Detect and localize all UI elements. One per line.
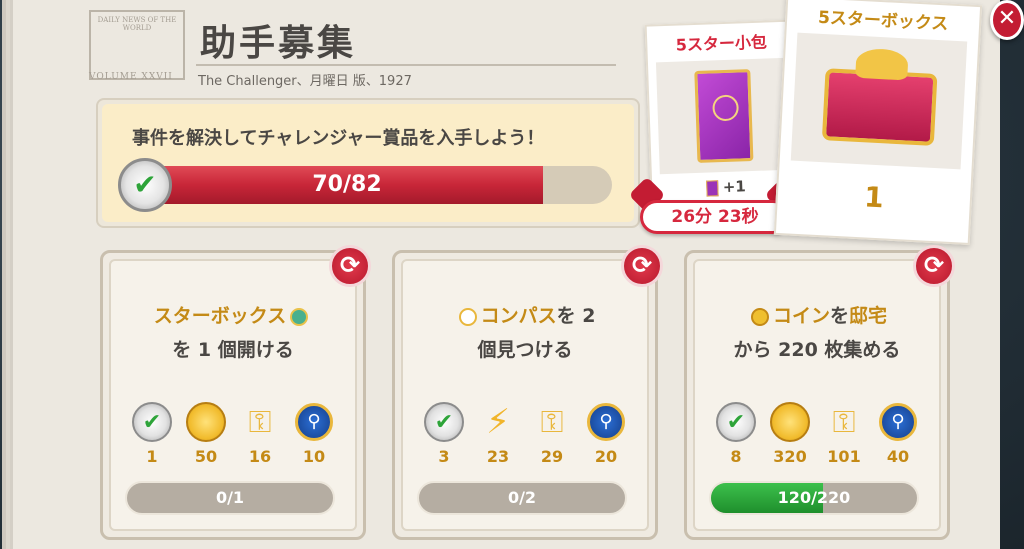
- task-text: を 2: [556, 305, 596, 327]
- star-box-icon: [290, 307, 309, 326]
- task-progress-text: 0/2: [507, 488, 537, 507]
- task-description-line2: を 1 個開ける: [172, 339, 294, 361]
- volume-label: VOLUME XXVII: [89, 72, 173, 82]
- challenge-description: 事件を解決してチャレンジャー賞品を入手しよう！: [132, 128, 545, 149]
- reward-value: 3: [438, 447, 450, 466]
- task-highlight-location: 邸宅: [849, 305, 888, 327]
- task-description-line1: コインを邸宅: [695, 301, 939, 328]
- task-highlight: コンパス: [480, 305, 557, 327]
- reward-value: 101: [827, 447, 861, 466]
- refresh-button[interactable]: ⟳: [621, 245, 663, 287]
- task-progress-bar: 0/1: [125, 481, 335, 515]
- task-description-line2: から 220 枚集める: [733, 339, 901, 361]
- task-card-2: ⟳ コンパスを 2 個見つける ✔ 3 ⚡ 23 ⚿ 29 ⚲ 20 0/2: [392, 245, 663, 540]
- task-description-line1: コンパスを 2: [403, 301, 647, 328]
- masthead-text: DAILY NEWS OF THE WORLD: [97, 16, 177, 32]
- close-icon: ✕: [997, 6, 1017, 31]
- five-star-box-card[interactable]: 5スターボックス 1: [773, 0, 983, 245]
- page-subtitle: The Challenger、月曜日 版、1927: [198, 74, 412, 89]
- five-star-box-count: 1: [863, 180, 885, 215]
- reward-item: ⚿ 29: [527, 401, 577, 467]
- reward-value: 50: [194, 447, 218, 466]
- reward-value: 1: [146, 447, 158, 466]
- task-description-line1: スターボックス: [111, 301, 355, 328]
- check-badge-icon: ✔: [716, 402, 756, 442]
- refresh-icon: ⟳: [339, 251, 361, 279]
- reward-item: ✔ 3: [419, 401, 469, 466]
- check-badge-icon: ✔: [132, 402, 172, 442]
- challenge-banner: 事件を解決してチャレンジャー賞品を入手しよう！ 70/82 ✔: [96, 98, 640, 228]
- task-card-inner: ⟳ コインを邸宅 から 220 枚集める ✔ 8 320 ⚿ 101 ⚲ 40: [693, 245, 955, 531]
- task-card-3: ⟳ コインを邸宅 から 220 枚集める ✔ 8 320 ⚿ 101 ⚲ 40: [684, 245, 955, 540]
- pack-mini-icon: [706, 179, 720, 197]
- coin-icon: [770, 402, 810, 442]
- key-icon: ⚿: [832, 404, 856, 440]
- lightning-icon: ⚡: [486, 402, 510, 442]
- challenge-progress-text: 70/82: [312, 172, 382, 197]
- pack-timer: 26分 23秒: [640, 200, 790, 234]
- key-icon: ⚿: [540, 404, 564, 440]
- refresh-button[interactable]: ⟳: [913, 245, 955, 287]
- magnifier-icon: ⚲: [879, 403, 917, 441]
- reward-item: ✔ 1: [127, 401, 177, 466]
- task-progress-bar: 0/2: [417, 481, 627, 515]
- pack-book-icon: [694, 69, 754, 163]
- task-rewards: ✔ 1 50 ⚿ 16 ⚲ 10: [111, 401, 355, 466]
- check-badge-icon: ✔: [424, 402, 464, 442]
- reward-value: 29: [540, 447, 564, 466]
- pack-plus-text: +1: [722, 177, 747, 197]
- magnifier-icon: ⚲: [295, 403, 333, 441]
- reward-value: 20: [594, 447, 618, 466]
- refresh-button[interactable]: ⟳: [329, 245, 371, 287]
- task-progress-text: 120/220: [777, 488, 851, 507]
- reward-value: 23: [486, 447, 510, 466]
- task-progress-bar: 120/220: [709, 481, 919, 515]
- task-card-inner: ⟳ スターボックス を 1 個開ける ✔ 1 50 ⚿ 16 ⚲ 10 0/1: [109, 245, 371, 531]
- reward-value: 16: [248, 447, 272, 466]
- challenge-progress-bar: 70/82: [142, 166, 612, 204]
- reward-item: ✔ 8: [711, 401, 761, 466]
- reward-item: ⚿ 101: [819, 401, 869, 467]
- reward-item: ⚿ 16: [235, 401, 285, 467]
- task-card-inner: ⟳ コンパスを 2 個見つける ✔ 3 ⚡ 23 ⚿ 29 ⚲ 20 0/2: [401, 245, 663, 531]
- chest-icon: [821, 68, 938, 146]
- challenge-banner-inner: 事件を解決してチャレンジャー賞品を入手しよう！ 70/82 ✔: [102, 104, 634, 222]
- reward-value: 8: [730, 447, 742, 466]
- refresh-icon: ⟳: [923, 251, 945, 279]
- coin-icon: [186, 402, 226, 442]
- five-star-box-image: [790, 32, 968, 170]
- reward-item: 50: [181, 401, 231, 466]
- five-star-box-title: 5スターボックス: [817, 7, 949, 35]
- chest-bow-icon: [855, 47, 909, 81]
- task-card-1: ⟳ スターボックス を 1 個開ける ✔ 1 50 ⚿ 16 ⚲ 10 0/1: [100, 245, 371, 540]
- reward-item: ⚲ 40: [873, 401, 923, 466]
- reward-item: 320: [765, 401, 815, 466]
- task-rewards: ✔ 3 ⚡ 23 ⚿ 29 ⚲ 20: [403, 401, 647, 466]
- magnifier-icon: ⚲: [587, 403, 625, 441]
- masthead-logo: DAILY NEWS OF THE WORLD: [89, 10, 185, 80]
- refresh-icon: ⟳: [631, 251, 653, 279]
- close-button[interactable]: ✕: [990, 0, 1024, 40]
- title-divider: [196, 64, 616, 66]
- task-text: を: [829, 305, 849, 327]
- task-highlight: コイン: [772, 305, 830, 327]
- task-progress-text: 0/1: [215, 488, 245, 507]
- coin-icon: [750, 307, 769, 326]
- reward-value: 320: [773, 447, 807, 466]
- reward-item: ⚲ 10: [289, 401, 339, 466]
- key-icon: ⚿: [248, 404, 272, 440]
- five-star-pack-image: [655, 57, 792, 175]
- compass-icon: [458, 307, 477, 326]
- task-description-line2: 個見つける: [477, 339, 573, 361]
- reward-item: ⚡ 23: [473, 401, 523, 466]
- reward-item: ⚲ 20: [581, 401, 631, 466]
- task-rewards: ✔ 8 320 ⚿ 101 ⚲ 40: [695, 401, 939, 466]
- five-star-pack-title: 5スター小包: [675, 32, 768, 55]
- check-badge-icon: ✔: [118, 158, 172, 212]
- reward-value: 40: [886, 447, 910, 466]
- task-highlight: スターボックス: [153, 305, 287, 327]
- page-title: 助手募集: [200, 23, 357, 64]
- reward-value: 10: [302, 447, 326, 466]
